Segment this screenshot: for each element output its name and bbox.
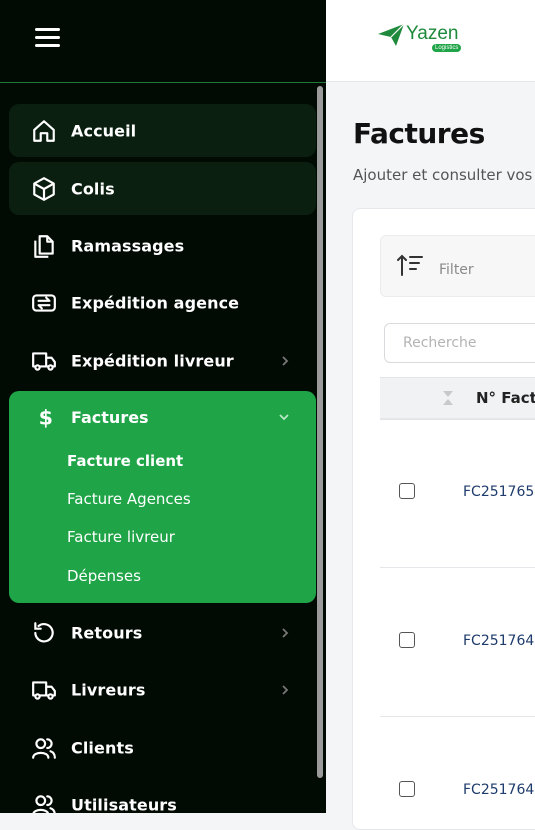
sidebar-item-label: Factures	[71, 408, 149, 427]
sidebar: Accueil Colis Ramassages Expédition agen…	[0, 0, 326, 813]
chevron-right-icon	[282, 627, 289, 638]
filter-label: Filter	[439, 262, 474, 278]
row-divider	[380, 716, 535, 717]
sidebar-item-label: Colis	[71, 179, 115, 198]
sidebar-item-label: Expédition agence	[71, 293, 240, 312]
sort-icon[interactable]	[442, 390, 454, 406]
sidebar-item-expedition-livreur[interactable]: Expédition livreur	[9, 334, 316, 387]
row-divider	[380, 418, 535, 419]
truck-icon	[32, 680, 56, 700]
topbar: Yazen Logistics	[326, 0, 535, 82]
sidebar-item-label: Livreurs	[71, 680, 146, 699]
row-checkbox[interactable]	[399, 781, 415, 797]
row-divider	[380, 567, 535, 568]
submenu-facture-client[interactable]: Facture client	[67, 452, 183, 470]
page-subtitle: Ajouter et consulter vos	[353, 166, 533, 184]
search-input[interactable]	[384, 323, 535, 363]
submenu-depenses[interactable]: Dépenses	[67, 567, 141, 585]
sidebar-item-utilisateurs[interactable]: Utilisateurs	[9, 778, 316, 813]
logo-tagline: Logistics	[432, 44, 462, 52]
svg-text:$: $	[39, 406, 53, 430]
menu-toggle-icon[interactable]	[35, 28, 60, 48]
logo-wordmark: Yazen	[406, 23, 459, 44]
transfer-icon	[32, 293, 56, 312]
dollar-icon: $	[39, 406, 53, 430]
sidebar-item-clients[interactable]: Clients	[9, 721, 316, 774]
sidebar-item-accueil[interactable]: Accueil	[9, 104, 316, 157]
sidebar-scrollbar[interactable]	[317, 86, 323, 778]
documents-icon	[34, 234, 54, 258]
chevron-right-icon	[282, 684, 289, 695]
sidebar-item-label: Retours	[71, 623, 143, 642]
chevron-down-icon	[279, 414, 289, 421]
table-row-number[interactable]: FC251764	[463, 633, 534, 649]
sidebar-item-livreurs[interactable]: Livreurs	[9, 663, 316, 716]
truck-icon	[32, 351, 56, 371]
sort-filter-icon[interactable]	[397, 253, 423, 277]
row-checkbox[interactable]	[399, 632, 415, 648]
sidebar-header	[0, 0, 326, 83]
sidebar-item-label: Clients	[71, 738, 134, 757]
sidebar-item-label: Accueil	[71, 121, 137, 140]
page-title: Factures	[353, 117, 485, 150]
sidebar-item-retours[interactable]: Retours	[9, 606, 316, 659]
users-icon	[32, 794, 56, 813]
sidebar-item-ramassages[interactable]: Ramassages	[9, 219, 316, 272]
undo-icon	[34, 621, 54, 642]
submenu-facture-livreur[interactable]: Facture livreur	[67, 528, 175, 546]
table-row-number[interactable]: FC251764	[463, 782, 534, 798]
home-icon	[33, 119, 55, 142]
sidebar-item-factures[interactable]: $ Factures	[9, 391, 316, 444]
box-icon	[33, 176, 55, 201]
yazen-logo[interactable]: Yazen Logistics	[378, 22, 468, 56]
chevron-right-icon	[282, 355, 289, 366]
submenu-facture-agences[interactable]: Facture Agences	[67, 490, 191, 508]
sidebar-item-label: Expédition livreur	[71, 351, 234, 370]
table-row-number[interactable]: FC251765	[463, 484, 534, 500]
column-header-numero-facture[interactable]: N° Factu	[476, 389, 535, 407]
sidebar-item-label: Utilisateurs	[71, 795, 177, 813]
paper-plane-icon	[378, 24, 404, 46]
sidebar-item-colis[interactable]: Colis	[9, 162, 316, 215]
users-icon	[32, 737, 56, 759]
sidebar-item-label: Ramassages	[71, 236, 185, 255]
sidebar-item-expedition-agence[interactable]: Expédition agence	[9, 276, 316, 329]
content-card	[352, 208, 535, 830]
row-checkbox[interactable]	[399, 483, 415, 499]
